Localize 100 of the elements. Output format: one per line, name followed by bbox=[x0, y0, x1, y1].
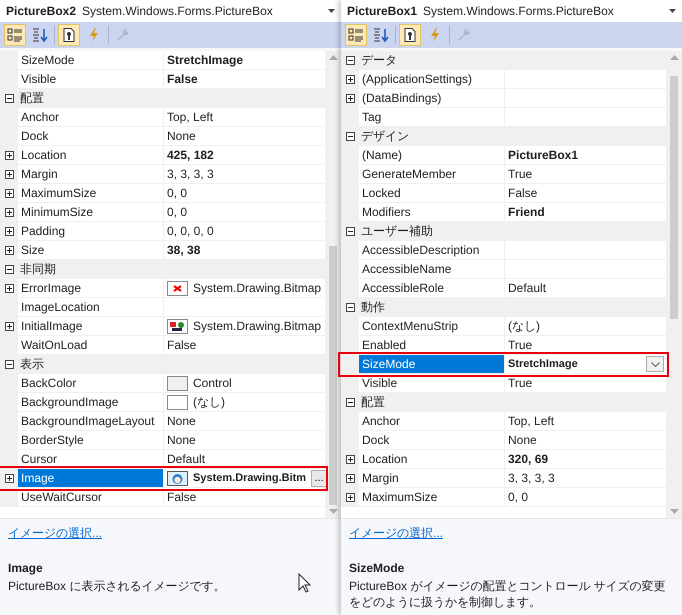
value-cell[interactable]: Top, Left bbox=[164, 108, 325, 127]
expand-icon[interactable] bbox=[4, 322, 14, 331]
property-name[interactable]: AccessibleName bbox=[359, 260, 505, 279]
expand-icon[interactable] bbox=[4, 208, 14, 217]
value-cell[interactable]: StretchImage bbox=[164, 51, 325, 70]
expand-icon[interactable] bbox=[4, 189, 14, 198]
value-cell[interactable]: False bbox=[164, 336, 325, 355]
property-row[interactable]: Dock None bbox=[0, 127, 325, 146]
value-cell[interactable]: 0, 0 bbox=[505, 488, 666, 507]
value-cell[interactable]: 3, 3, 3, 3 bbox=[164, 165, 325, 184]
property-name[interactable]: ErrorImage bbox=[18, 279, 164, 298]
categorized-button[interactable] bbox=[4, 24, 26, 46]
property-name[interactable]: Tag bbox=[359, 108, 505, 127]
scrollbar[interactable] bbox=[325, 51, 341, 518]
category-row[interactable]: デザイン bbox=[341, 127, 666, 146]
collapse-icon[interactable] bbox=[346, 303, 354, 312]
property-name[interactable]: (DataBindings) bbox=[359, 89, 505, 108]
expand-icon[interactable] bbox=[346, 474, 354, 483]
property-row[interactable]: UseWaitCursor False bbox=[0, 488, 325, 507]
property-row[interactable]: Anchor Top, Left bbox=[0, 108, 325, 127]
value-cell[interactable]: None bbox=[164, 412, 325, 431]
property-row[interactable]: SizeMode StretchImage bbox=[0, 51, 325, 70]
property-name[interactable]: Locked bbox=[359, 184, 505, 203]
property-name[interactable]: Image bbox=[18, 469, 164, 488]
property-row[interactable]: MaximumSize 0, 0 bbox=[341, 488, 666, 507]
property-row[interactable]: InitialImage System.Drawing.Bitmap bbox=[0, 317, 325, 336]
selected-property-row[interactable]: Image System.Drawing.Bitm ... bbox=[0, 469, 325, 488]
property-name[interactable]: WaitOnLoad bbox=[18, 336, 164, 355]
property-row[interactable]: BackgroundImage (なし) bbox=[0, 393, 325, 412]
property-row[interactable]: Location 320, 69 bbox=[341, 450, 666, 469]
value-cell[interactable]: 0, 0, 0, 0 bbox=[164, 222, 325, 241]
value-cell[interactable]: None bbox=[164, 127, 325, 146]
scroll-thumb[interactable] bbox=[670, 76, 678, 319]
expand-icon[interactable] bbox=[346, 455, 354, 464]
value-cell[interactable]: (なし) bbox=[164, 393, 325, 412]
property-name[interactable]: BorderStyle bbox=[18, 431, 164, 450]
value-cell[interactable]: Default bbox=[505, 279, 666, 298]
value-cell[interactable]: 320, 69 bbox=[505, 450, 666, 469]
value-cell[interactable]: 38, 38 bbox=[164, 241, 325, 260]
property-name[interactable]: ContextMenuStrip bbox=[359, 317, 505, 336]
category-row[interactable]: 配置 bbox=[0, 89, 325, 108]
value-cell[interactable]: False bbox=[164, 70, 325, 89]
value-cell[interactable]: None bbox=[164, 431, 325, 450]
property-row[interactable]: Locked False bbox=[341, 184, 666, 203]
expand-icon[interactable] bbox=[346, 493, 354, 502]
property-row[interactable]: AccessibleName bbox=[341, 260, 666, 279]
collapse-icon[interactable] bbox=[4, 360, 14, 369]
value-cell[interactable]: False bbox=[505, 184, 666, 203]
property-row[interactable]: Size 38, 38 bbox=[0, 241, 325, 260]
value-cell[interactable]: Friend bbox=[505, 203, 666, 222]
property-row[interactable]: Visible True bbox=[341, 374, 666, 393]
collapse-icon[interactable] bbox=[346, 56, 354, 65]
collapse-icon[interactable] bbox=[4, 265, 14, 274]
expand-icon[interactable] bbox=[4, 227, 14, 236]
scrollbar[interactable] bbox=[666, 51, 682, 518]
value-cell[interactable]: None bbox=[505, 431, 666, 450]
collapse-icon[interactable] bbox=[346, 227, 354, 236]
value-cell[interactable]: (なし) bbox=[505, 317, 666, 336]
property-row[interactable]: Margin 3, 3, 3, 3 bbox=[0, 165, 325, 184]
category-row[interactable]: 表示 bbox=[0, 355, 325, 374]
selected-property-row[interactable]: SizeMode StretchImage bbox=[341, 355, 666, 374]
property-row[interactable]: ContextMenuStrip (なし) bbox=[341, 317, 666, 336]
property-name[interactable]: Margin bbox=[359, 469, 505, 488]
property-name[interactable]: Anchor bbox=[359, 412, 505, 431]
property-name[interactable]: InitialImage bbox=[18, 317, 164, 336]
property-name[interactable]: Visible bbox=[359, 374, 505, 393]
value-cell[interactable]: 425, 182 bbox=[164, 146, 325, 165]
value-cell[interactable]: Default bbox=[164, 450, 325, 469]
expand-icon[interactable] bbox=[346, 75, 354, 84]
value-cell[interactable]: False bbox=[164, 488, 325, 507]
property-row[interactable]: Anchor Top, Left bbox=[341, 412, 666, 431]
expand-icon[interactable] bbox=[4, 284, 14, 293]
object-selector[interactable]: PictureBox1 System.Windows.Forms.PictureBox bbox=[341, 0, 682, 22]
property-row[interactable]: Visible False bbox=[0, 70, 325, 89]
collapse-icon[interactable] bbox=[4, 94, 14, 103]
property-name[interactable]: GenerateMember bbox=[359, 165, 505, 184]
property-row[interactable]: (DataBindings) bbox=[341, 89, 666, 108]
ellipsis-button[interactable]: ... bbox=[311, 470, 328, 486]
category-row[interactable]: 非同期 bbox=[0, 260, 325, 279]
property-name[interactable]: Cursor bbox=[18, 450, 164, 469]
property-row[interactable]: Margin 3, 3, 3, 3 bbox=[341, 469, 666, 488]
expand-icon[interactable] bbox=[346, 94, 354, 103]
value-cell[interactable]: PictureBox1 bbox=[505, 146, 666, 165]
property-name[interactable]: MinimumSize bbox=[18, 203, 164, 222]
property-name[interactable]: AccessibleDescription bbox=[359, 241, 505, 260]
property-row[interactable]: Padding 0, 0, 0, 0 bbox=[0, 222, 325, 241]
property-row[interactable]: MinimumSize 0, 0 bbox=[0, 203, 325, 222]
property-name[interactable]: BackColor bbox=[18, 374, 164, 393]
property-row[interactable]: Cursor Default bbox=[0, 450, 325, 469]
property-name[interactable]: Visible bbox=[18, 70, 164, 89]
property-name[interactable]: MaximumSize bbox=[359, 488, 505, 507]
value-cell[interactable]: True bbox=[505, 336, 666, 355]
property-name[interactable]: Anchor bbox=[18, 108, 164, 127]
property-name[interactable]: SizeMode bbox=[18, 51, 164, 70]
property-name[interactable]: UseWaitCursor bbox=[18, 488, 164, 507]
property-name[interactable]: Location bbox=[18, 146, 164, 165]
category-row[interactable]: 配置 bbox=[341, 393, 666, 412]
property-name[interactable]: BackgroundImageLayout bbox=[18, 412, 164, 431]
value-cell[interactable]: True bbox=[505, 374, 666, 393]
property-name[interactable]: Size bbox=[18, 241, 164, 260]
